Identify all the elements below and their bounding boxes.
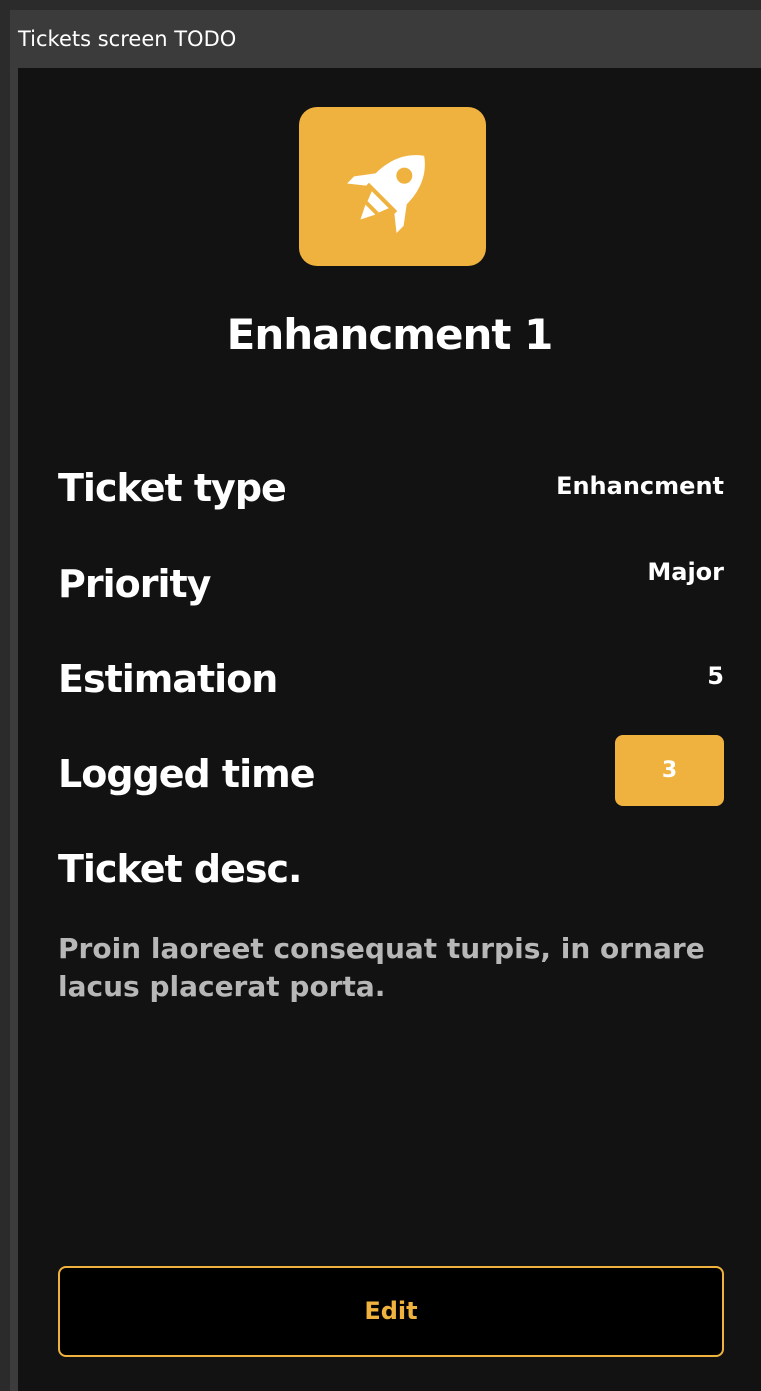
ticket-title: Enhancment 1 — [226, 310, 554, 359]
app-window: Tickets screen TODO Enhancment 1 Ticket — [0, 0, 761, 1391]
estimation-label: Estimation — [58, 657, 278, 701]
logged-time-value[interactable]: 3 — [615, 735, 724, 806]
window-left-border — [10, 68, 18, 1391]
ticket-type-badge — [299, 107, 486, 266]
window-title: Tickets screen TODO — [10, 10, 761, 68]
ticket-desc-label: Ticket desc. — [58, 847, 302, 891]
ticket-description: Proin laoreet consequat turpis, in ornar… — [58, 932, 705, 1003]
ticket-detail-screen: Enhancment 1 Ticket type Enhancment Prio… — [18, 68, 761, 1391]
rocket-icon — [343, 137, 443, 237]
edit-button[interactable]: Edit — [58, 1266, 724, 1357]
logged-time-label: Logged time — [58, 752, 315, 796]
ticket-type-value: Enhancment — [556, 472, 724, 500]
ticket-type-label: Ticket type — [58, 466, 287, 510]
priority-label: Priority — [58, 562, 211, 606]
estimation-value: 5 — [707, 662, 724, 690]
priority-value: Major — [647, 558, 724, 586]
